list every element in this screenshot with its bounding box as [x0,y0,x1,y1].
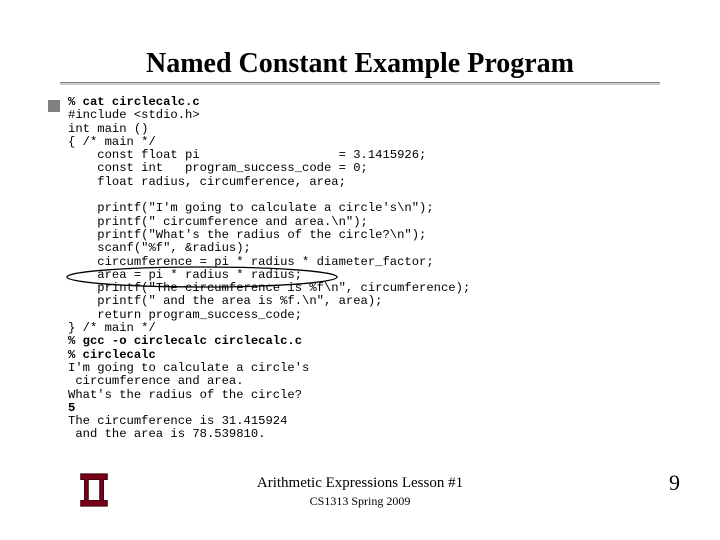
code-line: } /* main */ [68,322,470,335]
code-line [68,189,470,202]
code-line: and the area is 78.539810. [68,428,470,441]
code-line: The circumference is 31.415924 [68,415,470,428]
code-line: const int program_success_code = 0; [68,162,470,175]
code-line: % gcc -o circlecalc circlecalc.c [68,335,470,348]
code-block: % cat circlecalc.c#include <stdio.h>int … [68,96,470,442]
code-line: % circlecalc [68,349,470,362]
code-line: printf("What's the radius of the circle?… [68,229,470,242]
code-line: area = pi * radius * radius; [68,269,470,282]
footer: Arithmetic Expressions Lesson #1 CS1313 … [0,474,720,510]
bullet-icon [48,100,60,112]
code-line: scanf("%f", &radius); [68,242,470,255]
code-line: #include <stdio.h> [68,109,470,122]
code-line: circumference = pi * radius * diameter_f… [68,256,470,269]
page-number: 9 [669,470,680,496]
code-line: 5 [68,402,470,415]
code-line: int main () [68,123,470,136]
code-line: printf(" and the area is %f.\n", area); [68,295,470,308]
code-line: circumference and area. [68,375,470,388]
code-line: I'm going to calculate a circle's [68,362,470,375]
title-bar: Named Constant Example Program [60,48,660,83]
code-line: return program_success_code; [68,309,470,322]
code-line: printf(" circumference and area.\n"); [68,216,470,229]
code-line: { /* main */ [68,136,470,149]
code-line: const float pi = 3.1415926; [68,149,470,162]
footer-lesson: Arithmetic Expressions Lesson #1 [0,474,720,492]
footer-course: CS1313 Spring 2009 [0,492,720,510]
code-line: % cat circlecalc.c [68,96,470,109]
slide-title: Named Constant Example Program [60,48,660,80]
code-line: What's the radius of the circle? [68,389,470,402]
code-line: float radius, circumference, area; [68,176,470,189]
code-line: printf("I'm going to calculate a circle'… [68,202,470,215]
code-line: printf("The circumference is %f\n", circ… [68,282,470,295]
